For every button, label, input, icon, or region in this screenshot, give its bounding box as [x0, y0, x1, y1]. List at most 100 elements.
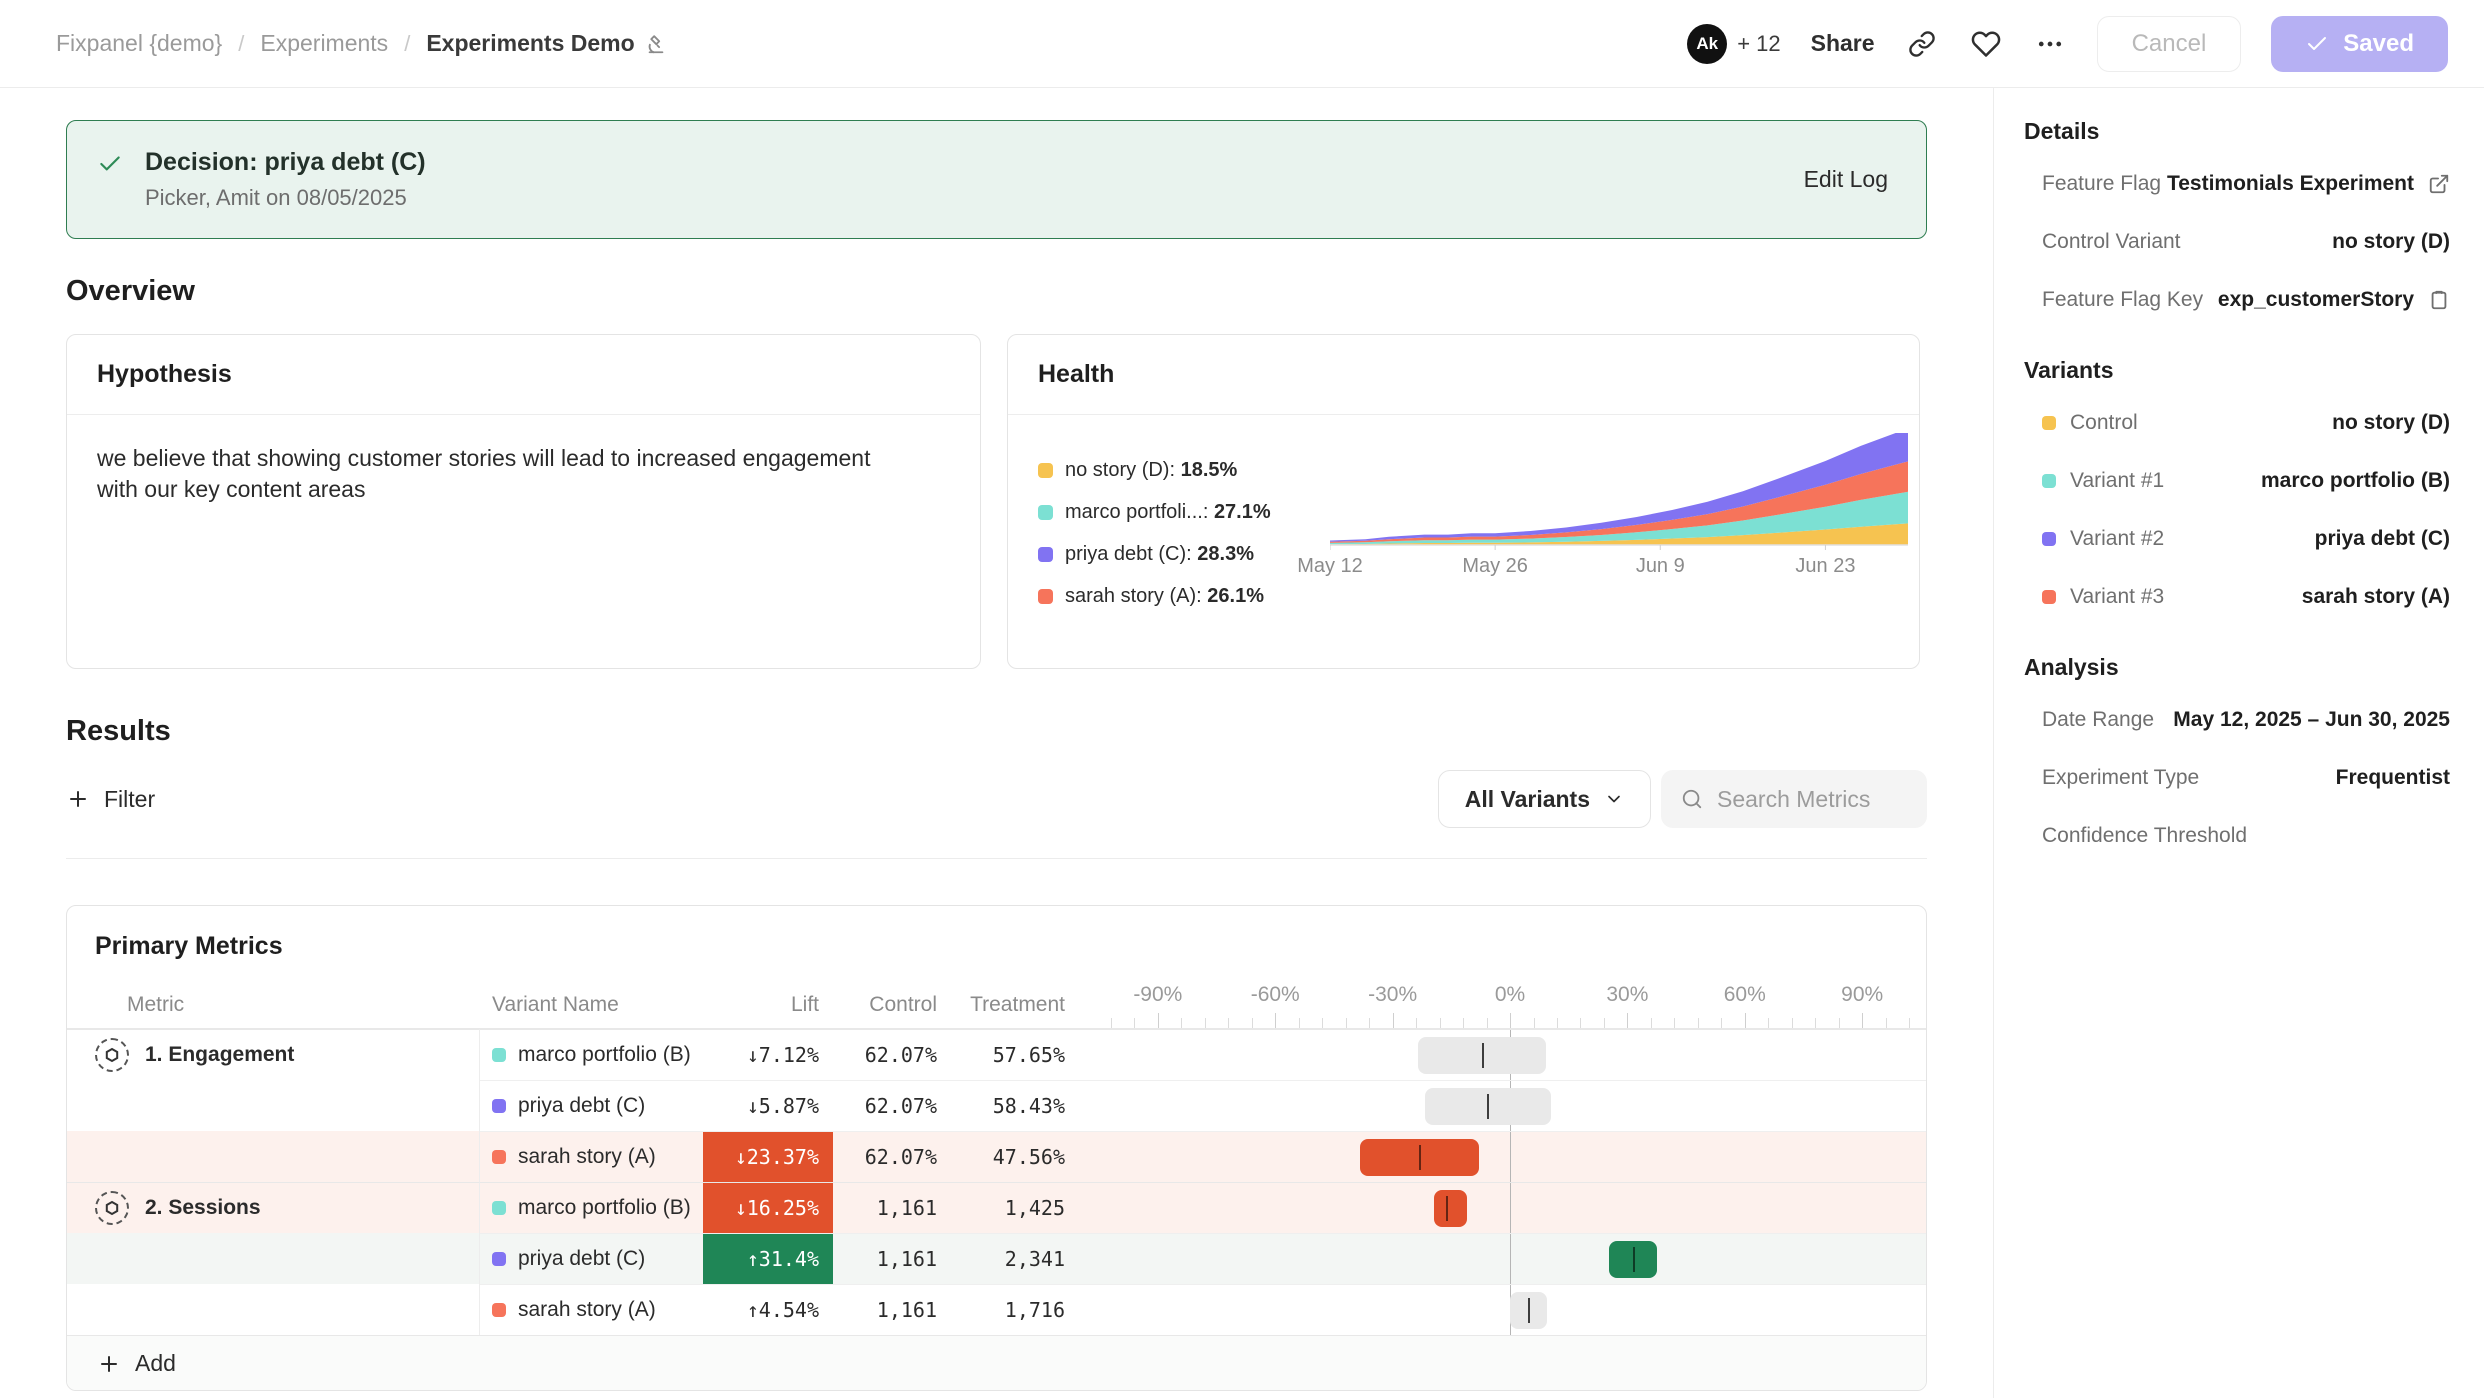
legend-item: sarah story (A): 26.1%: [1038, 585, 1326, 608]
breadcrumb-item[interactable]: Fixpanel {demo}: [56, 30, 222, 57]
sidebar-section-details: DetailsFeature FlagTestimonials Experime…: [2024, 118, 2450, 329]
lift-cell: ↓7.12%: [703, 1029, 833, 1080]
search-metrics-input[interactable]: [1717, 786, 1907, 813]
clipboard-icon[interactable]: [2428, 289, 2450, 311]
metric-cell[interactable]: [67, 1284, 480, 1335]
treatment-cell: 58.43%: [951, 1080, 1079, 1131]
ci-axis-label: -60%: [1251, 983, 1300, 1007]
section-title: Details: [2024, 118, 2450, 145]
topbar-actions: Ak + 12 Share Cancel Saved: [1687, 16, 2448, 72]
variant-name: sarah story (A): [518, 1145, 656, 1169]
breadcrumb-item[interactable]: Experiments Demo: [426, 30, 666, 57]
legend-swatch: [1038, 589, 1053, 604]
treatment-cell: 47.56%: [951, 1131, 1079, 1182]
row-label: Experiment Type: [2042, 766, 2199, 790]
table-row: 2. Sessionsmarco portfolio (B)↓16.25%1,1…: [67, 1182, 1926, 1233]
health-legend: no story (D): 18.5% marco portfoli...: 27…: [1038, 459, 1326, 608]
row-value: no story (D): [2332, 411, 2450, 435]
collaborator-count: + 12: [1737, 31, 1780, 57]
legend-label: priya debt (C): 28.3%: [1065, 543, 1254, 566]
breadcrumb: Fixpanel {demo}/Experiments/Experiments …: [56, 30, 667, 57]
link-icon[interactable]: [1905, 27, 1939, 61]
section-title: Variants: [2024, 357, 2450, 384]
check-icon: [97, 151, 123, 182]
sidebar-section-variants: VariantsControlno story (D)Variant #1mar…: [2024, 357, 2450, 626]
ci-mid-marker: [1419, 1145, 1421, 1170]
favorite-icon[interactable]: [1969, 27, 2003, 61]
sidebar-row: Controlno story (D): [2024, 394, 2450, 452]
primary-metrics-card: Primary Metrics MetricVariant NameLiftCo…: [66, 905, 1927, 1391]
metric-cell[interactable]: 1. Engagement: [67, 1029, 480, 1080]
variant-cell: sarah story (A): [480, 1284, 703, 1335]
lift-cell: ↓23.37%: [703, 1131, 833, 1182]
col-treatment: Treatment: [951, 981, 1079, 1028]
variant-swatch: [492, 1303, 506, 1317]
control-cell: 62.07%: [833, 1029, 951, 1080]
add-filter-button[interactable]: Filter: [66, 786, 155, 813]
metric-name: 2. Sessions: [145, 1196, 261, 1220]
row-label: Control Variant: [2042, 230, 2181, 254]
legend-label: no story (D): 18.5%: [1065, 459, 1237, 482]
col-control: Control: [833, 981, 951, 1028]
row-label: Variant #1: [2042, 469, 2164, 493]
metric-goal-icon: [95, 1191, 129, 1225]
variant-swatch: [492, 1150, 506, 1164]
row-value: priya debt (C): [2315, 527, 2450, 551]
row-value: Testimonials Experiment: [2167, 172, 2450, 196]
metric-cell[interactable]: 2. Sessions: [67, 1182, 480, 1233]
breadcrumb-item[interactable]: Experiments: [260, 30, 388, 57]
metric-cell[interactable]: [67, 1131, 480, 1182]
x-axis-tick-label: May 26: [1462, 555, 1528, 578]
saved-button[interactable]: Saved: [2271, 16, 2448, 72]
cancel-button[interactable]: Cancel: [2097, 16, 2242, 72]
table-row: 1. Engagementmarco portfolio (B)↓7.12%62…: [67, 1029, 1926, 1080]
avatar[interactable]: Ak: [1687, 24, 1727, 64]
primary-metrics-title: Primary Metrics: [67, 906, 1926, 981]
section-title: Analysis: [2024, 654, 2450, 681]
variant-swatch: [2042, 474, 2056, 488]
legend-swatch: [1038, 547, 1053, 562]
metrics-search: [1661, 770, 1927, 828]
metric-cell[interactable]: [67, 1233, 480, 1284]
variants-dropdown[interactable]: All Variants: [1438, 770, 1651, 828]
ci-axis-label: 90%: [1841, 983, 1883, 1007]
metric-cell[interactable]: [67, 1080, 480, 1131]
sidebar-row: Variant #3 sarah story (A): [2024, 568, 2450, 626]
ci-cell: [1079, 1029, 1926, 1080]
variant-swatch: [492, 1201, 506, 1215]
table-header: MetricVariant NameLiftControlTreatment-9…: [67, 981, 1926, 1029]
row-label: Variant #2: [2042, 527, 2164, 551]
variant-cell: priya debt (C): [480, 1080, 703, 1131]
health-area-chart: May 12May 26Jun 9Jun 23: [1330, 433, 1908, 608]
breadcrumb-separator: /: [238, 31, 244, 57]
row-label: Feature Flag Key: [2042, 288, 2203, 312]
legend-item: marco portfoli...: 27.1%: [1038, 501, 1326, 524]
share-button[interactable]: Share: [1811, 30, 1875, 57]
results-heading: Results: [66, 715, 1927, 748]
sidebar-row: Variant #2 priya debt (C): [2024, 510, 2450, 568]
row-value: sarah story (A): [2302, 585, 2450, 609]
ci-mid-marker: [1482, 1043, 1484, 1068]
row-label: Date Range: [2042, 708, 2154, 732]
variant-name: sarah story (A): [518, 1298, 656, 1322]
divider: [66, 858, 1927, 859]
row-label: Variant #3: [2042, 585, 2164, 609]
plus-icon: [97, 1352, 121, 1376]
ci-axis-label: -90%: [1133, 983, 1182, 1007]
lift-cell: ↓16.25%: [703, 1182, 833, 1233]
add-metric-button[interactable]: Add: [67, 1335, 1926, 1391]
variants-dropdown-label: All Variants: [1465, 786, 1590, 813]
ci-tick-strip: [1079, 1012, 1926, 1028]
row-value: Frequentist: [2336, 766, 2450, 790]
ci-cell: [1079, 1233, 1926, 1284]
more-options-icon[interactable]: [2033, 27, 2067, 61]
table-row: priya debt (C)↓5.87%62.07%58.43%: [67, 1080, 1926, 1131]
top-bar: Fixpanel {demo}/Experiments/Experiments …: [0, 0, 2484, 88]
ci-cell: [1079, 1131, 1926, 1182]
row-value: May 12, 2025 – Jun 30, 2025: [2173, 708, 2450, 732]
filter-label: Filter: [104, 786, 155, 813]
microscope-icon: [645, 33, 667, 55]
external-link-icon[interactable]: [2428, 173, 2450, 195]
treatment-cell: 57.65%: [951, 1029, 1079, 1080]
edit-log-button[interactable]: Edit Log: [1804, 166, 1888, 193]
